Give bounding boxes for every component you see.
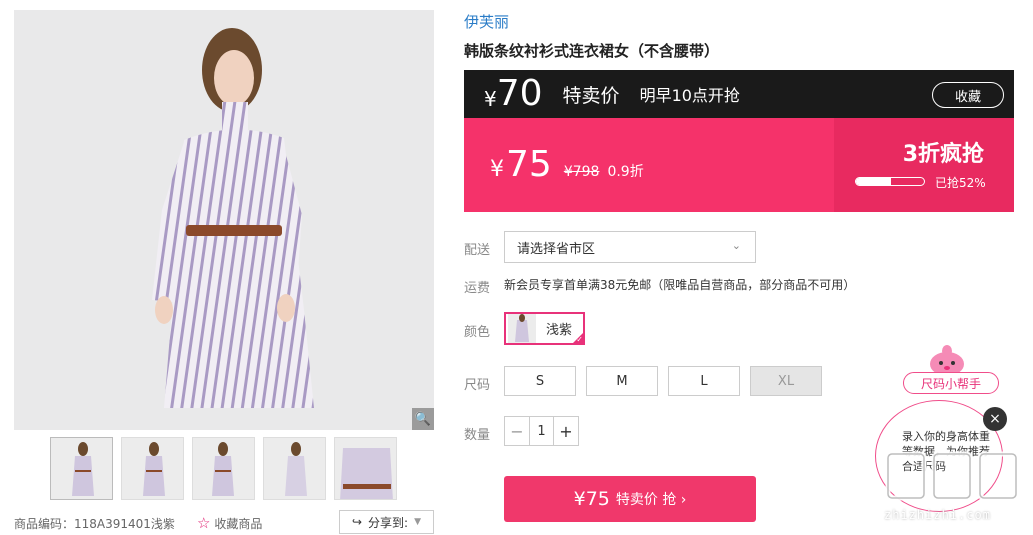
sold-percent-text: 已抢52% xyxy=(935,176,986,190)
product-page: 🔍 商品编码：118A391401浅紫 ☆ 收藏商品 ↪ 分享到: ▼ 伊芙丽 … xyxy=(0,0,1033,535)
original-price: ¥798 xyxy=(563,164,600,180)
flash-price: 70 xyxy=(496,73,543,114)
size-option-m[interactable]: M xyxy=(586,366,658,396)
product-meta: 商品编码：118A391401浅紫 ☆ 收藏商品 xyxy=(14,514,262,532)
quantity-label: 数量 xyxy=(464,428,491,443)
product-code: 商品编码：118A391401浅紫 xyxy=(14,516,175,531)
flash-label: 特卖价 xyxy=(562,84,620,107)
discount-rate: 0.9折 xyxy=(607,164,644,180)
favorite-label: 收藏商品 xyxy=(214,516,263,531)
color-option-selected[interactable]: 浅紫 ✓ xyxy=(504,312,585,345)
region-select[interactable]: 请选择省市区 ⌄ xyxy=(504,231,756,263)
flash-sale-bar: ¥ 70 特卖价 明早10点开抢 收藏 xyxy=(464,70,1014,118)
color-swatch-image xyxy=(508,314,536,343)
favorite-button[interactable]: ☆ 收藏商品 xyxy=(197,514,262,532)
collect-button[interactable]: 收藏 xyxy=(932,82,1004,108)
share-label: 分享到: xyxy=(368,515,409,530)
quantity-input[interactable]: 1 xyxy=(529,417,554,445)
size-option-s[interactable]: S xyxy=(504,366,576,396)
thumbnail-1[interactable] xyxy=(50,437,113,500)
region-select-placeholder: 请选择省市区 xyxy=(517,241,596,257)
check-icon: ✓ xyxy=(576,335,583,344)
size-helper-button[interactable]: 尺码小帮手 xyxy=(903,372,999,394)
main-product-image[interactable]: 🔍 xyxy=(14,10,434,430)
buy-button-label: 特卖价 抢 › xyxy=(615,492,687,508)
thumbnail-2[interactable] xyxy=(121,437,184,500)
color-label: 颜色 xyxy=(464,325,491,340)
thumbnail-4[interactable] xyxy=(263,437,326,500)
thumbnail-strip xyxy=(50,437,397,500)
size-option-xl: XL xyxy=(750,366,822,396)
thumbnail-5[interactable] xyxy=(334,437,397,500)
chevron-down-icon: ⌄ xyxy=(731,239,741,252)
sale-price-panel: ¥ 75 ¥798 0.9折 3折疯抢 已抢52% xyxy=(464,118,1014,212)
quantity-stepper: − 1 + xyxy=(504,416,579,446)
sold-progress-bar xyxy=(855,177,925,186)
quantity-increase-button[interactable]: + xyxy=(554,417,578,445)
color-option-name: 浅紫 xyxy=(546,323,573,338)
shipping-label: 运费 xyxy=(464,281,491,296)
product-title: 韩版条纹衬衫式连衣裙女（不含腰带） xyxy=(464,42,720,60)
watermark-text: zhizhizhi.com xyxy=(884,508,991,522)
sold-progress-fill xyxy=(856,178,892,185)
watermark: zhizhizhi.com xyxy=(880,448,1028,528)
mascot-icon xyxy=(930,345,964,376)
model-photo xyxy=(14,10,434,430)
buy-button[interactable]: ¥75 特卖价 抢 › xyxy=(504,476,756,522)
sale-price: 75 xyxy=(506,144,552,185)
share-icon: ↪ xyxy=(351,515,363,529)
close-icon[interactable]: × xyxy=(983,407,1007,431)
zoom-icon[interactable]: 🔍 xyxy=(412,408,434,430)
watermark-logo xyxy=(885,451,1019,501)
delivery-label: 配送 xyxy=(464,243,491,258)
thumbnail-3[interactable] xyxy=(192,437,255,500)
size-option-l[interactable]: L xyxy=(668,366,740,396)
sale-slogan: 3折疯抢 xyxy=(902,142,984,167)
star-icon: ☆ xyxy=(196,514,211,532)
buy-button-price: ¥75 xyxy=(573,488,610,510)
sale-price-group: ¥ 75 ¥798 0.9折 xyxy=(490,144,644,185)
sale-currency: ¥ xyxy=(490,157,504,182)
size-label: 尺码 xyxy=(464,378,491,393)
caret-down-icon: ▼ xyxy=(414,517,422,527)
flash-start-time: 明早10点开抢 xyxy=(639,86,740,105)
brand-link[interactable]: 伊芙丽 xyxy=(464,11,509,32)
quantity-decrease-button[interactable]: − xyxy=(505,417,529,445)
shipping-info: 新会员专享首单满38元免邮（限唯品自营商品，部分商品不可用） xyxy=(504,278,856,292)
flash-currency: ¥ xyxy=(484,87,497,111)
share-button[interactable]: ↪ 分享到: ▼ xyxy=(339,510,434,534)
